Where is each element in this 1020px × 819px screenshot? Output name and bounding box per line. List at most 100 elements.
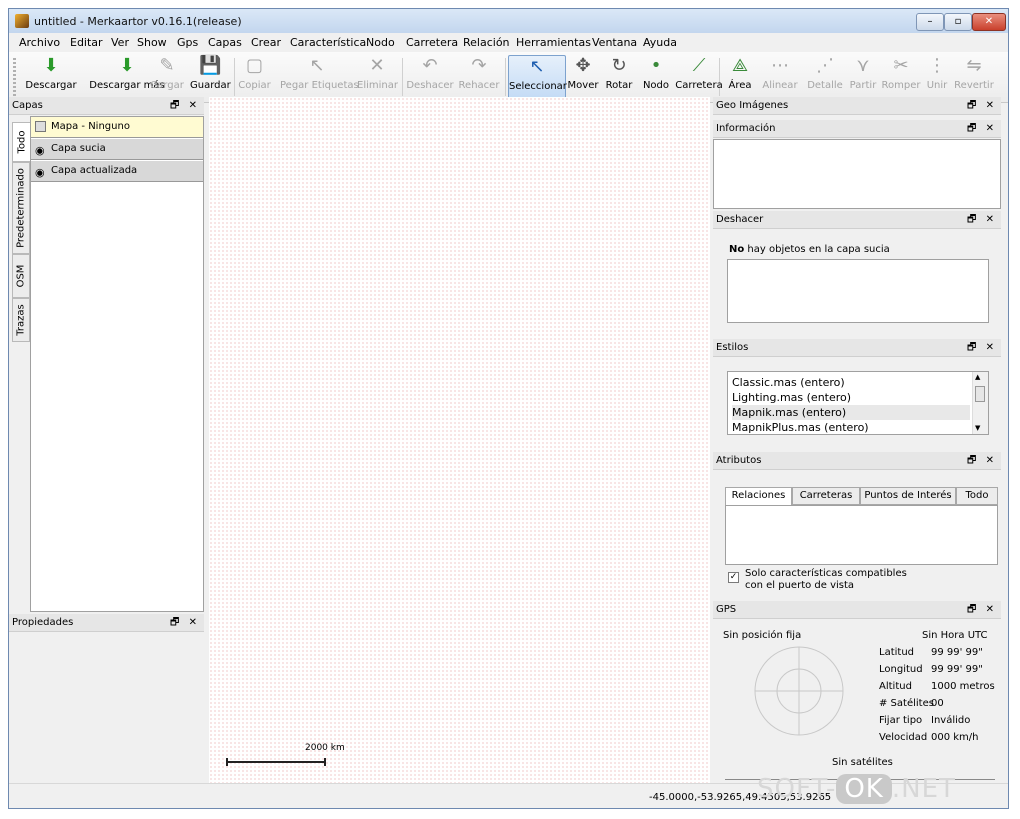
gps-row-label: Velocidad	[879, 732, 928, 743]
dock-float-close-icons[interactable]: 🗗 ✕	[170, 614, 200, 632]
toolbar-button-label: Eliminar	[357, 80, 398, 91]
tab-predeterminado[interactable]: Predeterminado	[12, 162, 30, 254]
layer-name: Capa sucia	[51, 143, 106, 154]
gps-fix-status: Sin posición fija	[723, 630, 802, 641]
menu-nodo[interactable]: Nodo	[366, 36, 395, 49]
toolbar-grip[interactable]	[13, 58, 16, 96]
menu-relación[interactable]: Relación	[463, 36, 510, 49]
viewport-filter-checkbox[interactable]: ✓	[728, 572, 739, 583]
menu-crear[interactable]: Crear	[251, 36, 281, 49]
descargar-button[interactable]: ⬇ Descargar	[21, 55, 81, 99]
revertir-button[interactable]: ⇋ Revertir	[953, 55, 995, 99]
menu-gps[interactable]: Gps	[177, 36, 198, 49]
styles-list[interactable]: ▲ ▼ Classic.mas (entero) Lighting.mas (en…	[727, 371, 989, 435]
menu-ayuda[interactable]: Ayuda	[643, 36, 677, 49]
scroll-thumb[interactable]	[975, 386, 985, 402]
cargar-button[interactable]: ✎ Cargar	[148, 55, 186, 99]
tab-relaciones[interactable]: Relaciones	[725, 487, 792, 505]
mover-button[interactable]: ✥ Mover	[566, 55, 600, 99]
tab-carreteras[interactable]: Carreteras	[792, 487, 860, 505]
menu-capas[interactable]: Capas	[208, 36, 242, 49]
menu-característica[interactable]: Característica	[290, 36, 366, 49]
close-button[interactable]: ✕	[972, 13, 1006, 31]
dock-float-close-icons[interactable]: 🗗 ✕	[967, 452, 997, 470]
styles-dock-title: Estilos 🗗 ✕	[713, 339, 1001, 357]
minimize-button[interactable]: –	[916, 13, 944, 31]
style-list-item[interactable]: MapnikPlus.mas (entero)	[732, 420, 970, 435]
road-icon: ⟋	[692, 55, 706, 76]
viewport-filter-label: Solo características compatibles con el …	[745, 568, 907, 591]
rotate-icon: ↻	[611, 55, 627, 76]
move-icon: ✥	[575, 55, 591, 76]
dock-float-close-icons[interactable]: 🗗 ✕	[967, 211, 997, 229]
unir-button[interactable]: ⋮ Unir	[921, 55, 953, 99]
menu-show[interactable]: Show	[137, 36, 167, 49]
styles-scrollbar[interactable]: ▲ ▼	[972, 372, 988, 434]
dock-float-close-icons[interactable]: 🗗 ✕	[967, 97, 997, 115]
map-canvas[interactable]: 2000 km	[209, 97, 710, 783]
watermark-right: .NET	[891, 774, 956, 804]
toolbar-button-label: Seleccionar	[509, 81, 567, 92]
scroll-down-icon[interactable]: ▼	[975, 424, 980, 432]
dock-float-close-icons[interactable]: 🗗 ✕	[967, 339, 997, 357]
layer-row-map[interactable]: Mapa - Ninguno	[31, 117, 203, 138]
pegar-etiquetas-button[interactable]: ↖ Pegar Etiquetas	[280, 55, 359, 99]
gps-row-value: 99 99' 99"	[931, 647, 983, 658]
delete-icon: ✕	[369, 55, 385, 76]
tab-trazas[interactable]: Trazas	[12, 298, 30, 342]
dock-float-close-icons[interactable]: 🗗 ✕	[967, 120, 997, 138]
eliminar-button[interactable]: ✕ Eliminar	[357, 55, 398, 99]
scroll-up-icon[interactable]: ▲	[975, 373, 980, 381]
rotar-button[interactable]: ↻ Rotar	[602, 55, 636, 99]
undo-icon: ↶	[422, 55, 438, 76]
tab-todo-attributes[interactable]: Todo	[956, 487, 998, 505]
tab-puntos-de-interes[interactable]: Puntos de Interés	[860, 487, 956, 505]
eye-icon[interactable]: ◉	[35, 141, 45, 161]
carretera-button[interactable]: ⟋ Carretera	[675, 55, 723, 99]
menu-herramientas[interactable]: Herramientas	[516, 36, 591, 49]
dock-float-close-icons[interactable]: 🗗 ✕	[170, 97, 200, 115]
style-list-item[interactable]: Lighting.mas (entero)	[732, 390, 970, 405]
menu-archivo[interactable]: Archivo	[19, 36, 60, 49]
title-bar[interactable]: untitled - Merkaartor v0.16.1(release) –…	[9, 9, 1008, 34]
tab-todo[interactable]: Todo	[12, 122, 30, 162]
scale-bar	[226, 758, 326, 766]
dock-float-close-icons[interactable]: 🗗 ✕	[967, 601, 997, 619]
tab-label: OSM	[15, 264, 27, 288]
toolbar-button-label: Carretera	[675, 80, 723, 91]
copiar-button[interactable]: ▢ Copiar	[237, 55, 272, 99]
copy-icon: ▢	[245, 55, 263, 76]
seleccionar-button[interactable]: ↖ Seleccionar	[508, 55, 567, 99]
eye-icon[interactable]: ◉	[35, 163, 45, 183]
satellite-compass-icon	[754, 646, 844, 736]
guardar-button[interactable]: 💾 Guardar	[190, 55, 231, 99]
download-more-icon: ⬇	[119, 55, 135, 76]
maximize-button[interactable]: ▫	[944, 13, 972, 31]
toolbar-button-label: Romper	[881, 80, 921, 91]
romper-button[interactable]: ✂ Romper	[881, 55, 921, 99]
attributes-label: Atributos	[716, 455, 762, 466]
scale-label: 2000 km	[305, 743, 345, 753]
style-list-item[interactable]: Mapnik.mas (entero)	[732, 405, 970, 420]
menu-ver[interactable]: Ver	[111, 36, 129, 49]
menu-carretera[interactable]: Carretera	[406, 36, 458, 49]
alinear-button[interactable]: ⋯ Alinear	[759, 55, 801, 99]
nodo-button[interactable]: • Nodo	[639, 55, 673, 99]
menu-ventana[interactable]: Ventana	[592, 36, 637, 49]
style-list-item[interactable]: Classic.mas (entero)	[732, 375, 970, 390]
undo-list[interactable]	[727, 259, 989, 323]
gps-row-value: 99 99' 99"	[931, 664, 983, 675]
área-button[interactable]: ⟁ Área	[723, 55, 757, 99]
partir-button[interactable]: ⋎ Partir	[845, 55, 881, 99]
detalle-button[interactable]: ⋰ Detalle	[805, 55, 845, 99]
geo-images-label: Geo Imágenes	[716, 100, 789, 111]
attributes-panel[interactable]	[725, 505, 998, 565]
toolbar-separator	[402, 58, 403, 96]
menu-editar[interactable]: Editar	[70, 36, 103, 49]
watermark-left: SOFT-	[757, 774, 837, 804]
deshacer-button[interactable]: ↶ Deshacer	[405, 55, 455, 99]
layer-row-uploaded[interactable]: ◉ Capa actualizada	[31, 161, 203, 182]
rehacer-button[interactable]: ↷ Rehacer	[455, 55, 503, 99]
tab-osm[interactable]: OSM	[12, 254, 30, 298]
layer-row-dirty[interactable]: ◉ Capa sucia	[31, 139, 203, 160]
